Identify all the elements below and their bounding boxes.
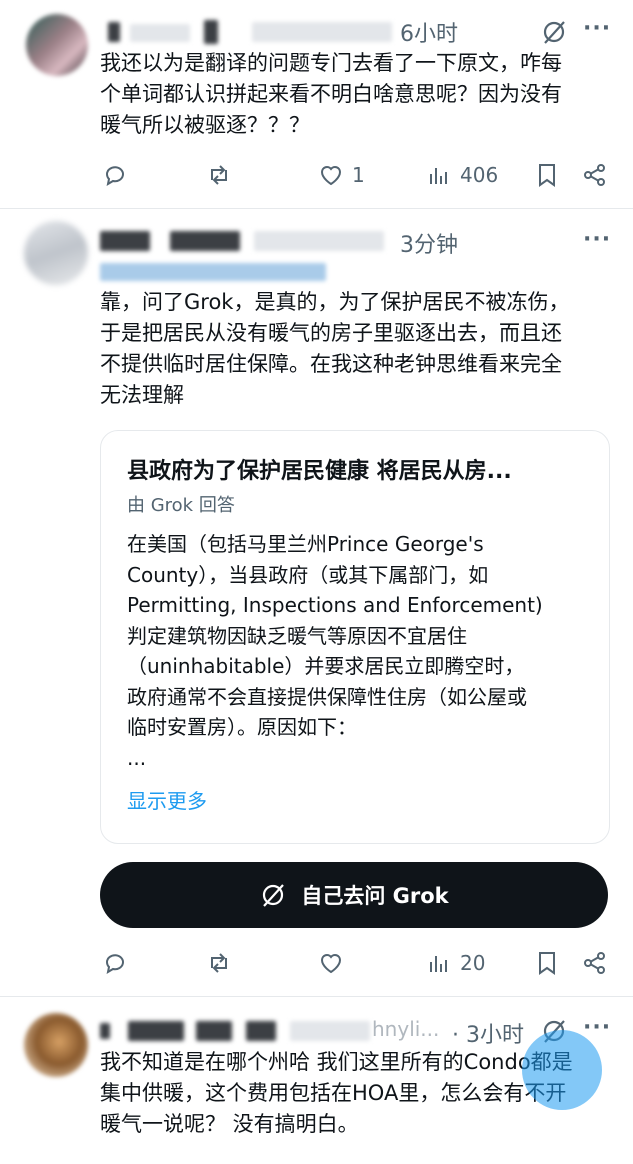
more-icon[interactable]: ··· (583, 1015, 611, 1040)
grok-answer-card[interactable]: 县政府为了保护居民健康 将居民从房... 由 Grok 回答 在美国（包括马里兰… (100, 430, 610, 844)
avatar[interactable] (24, 1013, 88, 1077)
views-button[interactable]: 20 (426, 948, 485, 978)
handle-fragment[interactable]: hnyli... (372, 1017, 439, 1041)
views-button[interactable]: 406 (426, 160, 498, 190)
post-time[interactable]: 3分钟 (400, 227, 458, 259)
retweet-icon (211, 165, 227, 185)
show-more-link[interactable]: 显示更多 (127, 785, 207, 814)
avatar[interactable] (26, 14, 88, 76)
views-icon (430, 168, 447, 184)
like-count: 1 (352, 163, 365, 187)
post-1[interactable]: 6小时 ··· 我还以为是翻译的问题专门去看了一下原文，咋每 个单词都认识拼起来… (0, 0, 633, 206)
reply-button[interactable] (102, 948, 128, 978)
retweet-button[interactable] (206, 948, 232, 978)
ask-grok-label: 自己去问 Grok (301, 884, 449, 908)
reply-icon (106, 166, 124, 187)
username-redacted[interactable] (100, 1023, 110, 1039)
reply-icon (106, 954, 124, 975)
action-bar: 1 406 (100, 160, 610, 190)
handle-redacted (252, 22, 392, 42)
touch-indicator (522, 1030, 602, 1110)
post-text: 靠，问了Grok，是真的，为了保护居民不被冻伤， 于是把居民从没有暖气的房子里驱… (100, 290, 570, 407)
share-button[interactable] (582, 948, 608, 978)
bookmark-icon (539, 952, 555, 975)
username-redacted[interactable] (108, 22, 120, 42)
grok-icon[interactable] (540, 18, 568, 46)
grok-icon (263, 884, 285, 907)
username-redacted (246, 1021, 276, 1041)
action-bar: 20 (100, 948, 610, 978)
username-redacted[interactable] (100, 231, 150, 251)
views-count: 20 (460, 951, 486, 975)
username-redacted (204, 20, 218, 44)
heart-icon (320, 954, 342, 974)
post-text: 我还以为是翻译的问题专门去看了一下原文，咋每 个单词都认识拼起来看不明白啥意思呢… (100, 51, 562, 137)
bookmark-button[interactable] (534, 948, 560, 978)
handle-redacted (290, 1021, 370, 1041)
post-time[interactable]: · 3小时 (452, 1017, 524, 1049)
share-icon (584, 164, 605, 186)
username-redacted (196, 1021, 232, 1041)
like-button[interactable]: 1 (318, 160, 365, 190)
profile-subtitle-redacted (100, 263, 326, 281)
username-redacted (128, 1021, 184, 1041)
avatar[interactable] (24, 221, 88, 285)
share-icon (584, 952, 605, 974)
share-button[interactable] (582, 160, 608, 190)
post-time[interactable]: 6小时 (400, 16, 458, 48)
retweet-button[interactable] (206, 160, 232, 190)
views-count: 406 (460, 163, 499, 187)
username-redacted (130, 24, 190, 42)
username-redacted (170, 231, 240, 251)
more-icon[interactable]: ··· (583, 227, 611, 252)
reply-button[interactable] (102, 160, 128, 190)
views-icon (430, 956, 447, 972)
card-subtitle: 由 Grok 回答 (127, 495, 235, 516)
more-icon[interactable]: ··· (583, 16, 611, 41)
bookmark-icon (539, 164, 555, 187)
bookmark-button[interactable] (534, 160, 560, 190)
retweet-icon (211, 953, 227, 973)
handle-redacted (254, 231, 384, 251)
card-title: 县政府为了保护居民健康 将居民从房... (127, 459, 512, 484)
card-body: 在美国（包括马里兰州Prince George's County），当县政府（或… (127, 532, 543, 770)
like-button[interactable] (318, 948, 344, 978)
heart-icon (320, 166, 342, 186)
ask-grok-button[interactable]: 自己去问 Grok (100, 862, 608, 928)
